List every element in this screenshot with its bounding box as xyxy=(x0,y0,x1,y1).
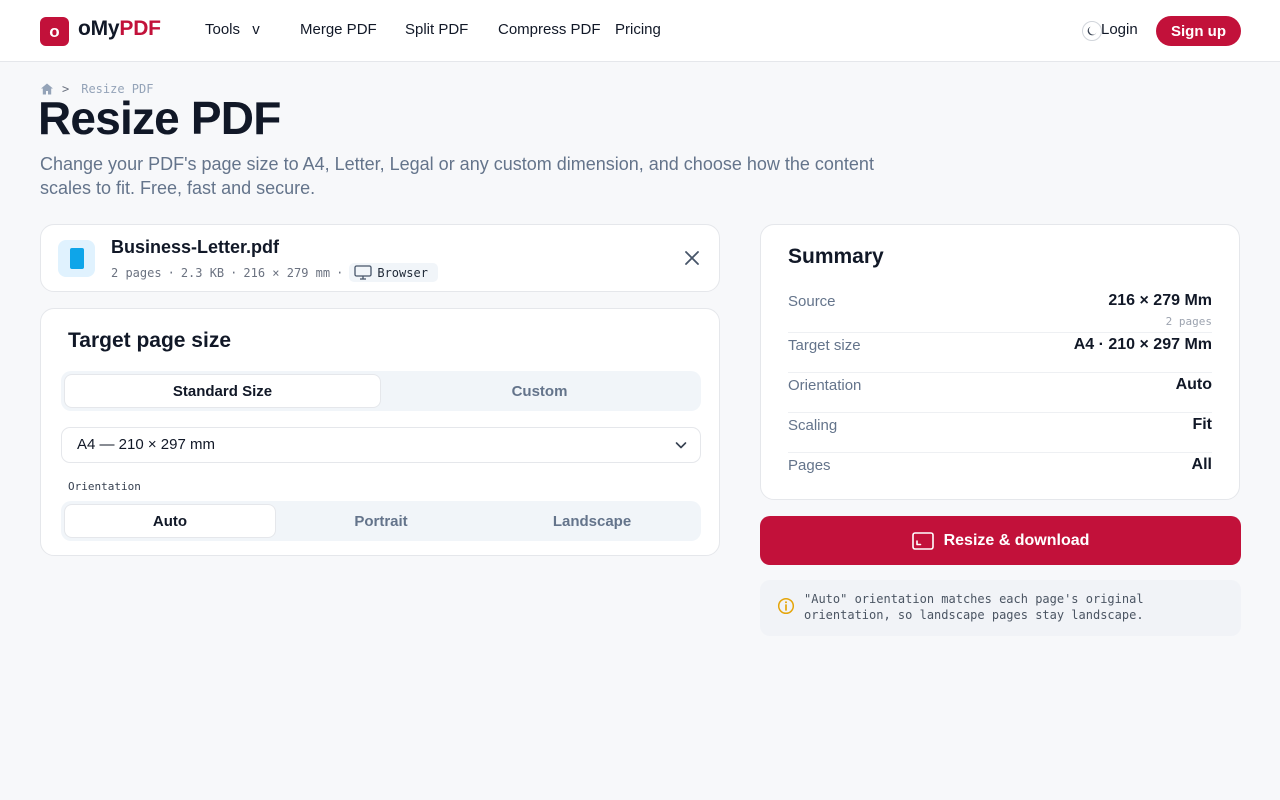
nav-tools-dropdown[interactable]: Tools v xyxy=(205,21,260,38)
nav-compress-pdf[interactable]: Compress PDF xyxy=(498,21,601,38)
meta-separator: · xyxy=(167,265,175,280)
page-size-select[interactable]: A4 — 210 × 297 mm xyxy=(61,427,701,463)
theme-toggle-button[interactable] xyxy=(1082,21,1102,41)
signup-button[interactable]: Sign up xyxy=(1156,16,1241,46)
processing-badge: Browser xyxy=(349,263,438,282)
size-mode-toggle: Standard Size Custom xyxy=(61,371,701,411)
summary-card: Summary Source 216 × 279 Mm 2 pages Targ… xyxy=(760,224,1240,500)
brand-name-prefix: oMy xyxy=(78,17,120,40)
orientation-auto[interactable]: Auto xyxy=(65,505,275,537)
close-icon[interactable] xyxy=(681,247,703,269)
file-pages: 2 pages xyxy=(111,265,162,280)
summary-row-pages: Pages All xyxy=(788,456,1212,487)
meta-separator: · xyxy=(336,265,344,280)
summary-row-orientation: Orientation Auto xyxy=(788,376,1212,413)
page-title: Resize PDF xyxy=(38,92,281,144)
orientation-portrait[interactable]: Portrait xyxy=(277,505,485,537)
brand-name[interactable]: oMyPDF xyxy=(78,17,161,41)
resize-download-label: Resize & download xyxy=(943,531,1090,549)
page-subtitle: Change your PDF's page size to A4, Lette… xyxy=(40,154,874,198)
summary-label: Source xyxy=(788,293,836,310)
info-note: "Auto" orientation matches each page's o… xyxy=(760,580,1241,636)
tab-standard-size[interactable]: Standard Size xyxy=(65,375,380,407)
summary-value: All xyxy=(1191,456,1212,473)
file-icon xyxy=(58,240,95,277)
orientation-landscape[interactable]: Landscape xyxy=(487,505,697,537)
nav-pricing[interactable]: Pricing xyxy=(615,21,661,38)
file-card: Business-Letter.pdf 2 pages · 2.3 KB · 2… xyxy=(40,224,720,292)
orientation-toggle: Auto Portrait Landscape xyxy=(61,501,701,541)
summary-row-target-size: Target size A4 · 210 × 297 Mm xyxy=(788,336,1212,373)
meta-separator: · xyxy=(230,265,238,280)
summary-label: Pages xyxy=(788,457,831,474)
brand-name-accent: PDF xyxy=(119,17,161,40)
resize-download-button[interactable]: Resize & download xyxy=(760,516,1241,565)
orientation-label: Orientation xyxy=(68,480,141,493)
moon-icon xyxy=(1087,26,1097,36)
target-size-card: Target page size Standard Size Custom A4… xyxy=(40,308,720,556)
login-link[interactable]: Login xyxy=(1101,21,1138,38)
summary-value: Fit xyxy=(1192,416,1212,433)
file-size: 2.3 KB xyxy=(180,265,225,280)
summary-label: Orientation xyxy=(788,377,862,394)
tab-custom[interactable]: Custom xyxy=(382,375,697,407)
nav-tools-label: Tools xyxy=(205,21,241,38)
logo-icon[interactable]: o xyxy=(40,17,69,46)
resize-icon xyxy=(911,531,934,550)
nav-merge-pdf[interactable]: Merge PDF xyxy=(300,21,377,38)
info-note-text: "Auto" orientation matches each page's o… xyxy=(804,592,1144,622)
file-meta: 2 pages · 2.3 KB · 216 × 279 mm · Browse… xyxy=(111,263,438,282)
summary-title: Summary xyxy=(788,245,884,268)
info-icon xyxy=(777,597,795,615)
page-size-select-value: A4 — 210 × 297 mm xyxy=(77,436,215,453)
top-navbar: o oMyPDF Tools v Merge PDF Split PDF Com… xyxy=(0,0,1280,62)
chevron-down-icon xyxy=(675,442,687,449)
summary-extra: 2 pages xyxy=(1165,315,1212,328)
summary-value: A4 · 210 × 297 Mm xyxy=(1073,336,1212,353)
monitor-icon xyxy=(354,265,372,280)
summary-row-scaling: Scaling Fit xyxy=(788,416,1212,453)
summary-value: Auto xyxy=(1175,376,1212,393)
file-dimensions: 216 × 279 mm xyxy=(243,265,331,280)
summary-row-source: Source 216 × 279 Mm 2 pages xyxy=(788,292,1212,333)
processing-badge-label: Browser xyxy=(377,265,428,280)
nav-split-pdf[interactable]: Split PDF xyxy=(405,21,468,38)
summary-value: 216 × 279 Mm xyxy=(1108,292,1212,309)
summary-label: Target size xyxy=(788,337,861,354)
chevron-down-icon: v xyxy=(252,21,260,38)
summary-label: Scaling xyxy=(788,417,838,434)
file-name: Business-Letter.pdf xyxy=(111,237,280,257)
section-title: Target page size xyxy=(68,329,231,352)
